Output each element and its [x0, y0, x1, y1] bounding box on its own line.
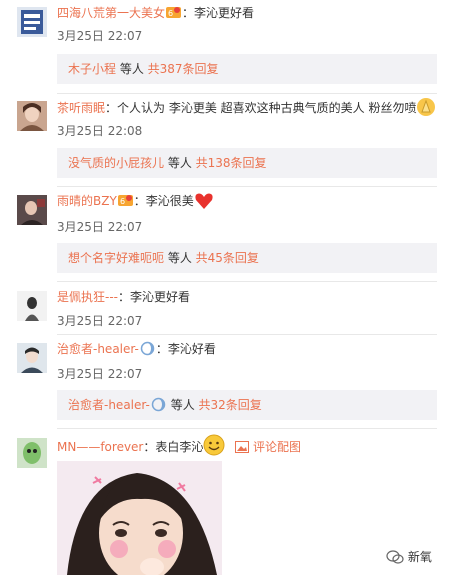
comment-time: 3月25日 22:07 [57, 367, 143, 381]
reply-mid-text: 等人 [166, 398, 199, 412]
vip-badge-icon: 6 [166, 5, 182, 20]
watermark-text: 新氧 [407, 550, 432, 564]
pray-emoji-icon [416, 97, 436, 123]
username-link[interactable]: 是佩执狂--- [57, 290, 118, 304]
reply-mid-text: 等人 [116, 62, 148, 76]
username-link[interactable]: MN——forever [57, 440, 143, 454]
reply-mid-text: 等人 [164, 251, 196, 265]
avatar[interactable] [17, 101, 47, 131]
username-link[interactable]: 茶听雨眠 [57, 101, 105, 115]
comment-time: 3月25日 22:07 [57, 220, 143, 234]
reply-count-link[interactable]: 共32条回复 [199, 398, 262, 412]
comment-time: 3月25日 22:08 [57, 124, 143, 138]
vip-badge-icon: 6 [117, 193, 133, 208]
comment-text: ：李沁更好看 [118, 290, 191, 304]
comment-time: 3月25日 22:07 [57, 314, 143, 328]
username-link[interactable]: 雨晴的BZY [57, 194, 117, 208]
reply-user-link[interactable]: 治愈者-healer- [68, 398, 150, 412]
reply-mid-text: 等人 [164, 156, 196, 170]
moon-badge-icon [140, 341, 155, 356]
username-link[interactable]: 治愈者-healer- [57, 342, 139, 356]
watermark: 新氧 [386, 548, 432, 567]
reply-summary[interactable]: 治愈者-healer- 等人 共32条回复 [57, 390, 437, 420]
reply-summary[interactable]: 想个名字好难呃呃 等人 共45条回复 [57, 243, 437, 273]
reply-summary[interactable]: 没气质的小屁孩儿 等人 共138条回复 [57, 148, 437, 178]
comment-photo[interactable] [57, 461, 222, 575]
divider [57, 334, 437, 335]
divider [57, 281, 437, 282]
comment-picture-link[interactable]: 评论配图 [253, 440, 301, 454]
heart-emoji-icon [194, 192, 214, 216]
svg-text:6: 6 [168, 9, 173, 18]
reply-count-link[interactable]: 共138条回复 [196, 156, 267, 170]
smile-emoji-icon [203, 434, 225, 462]
reply-count-link[interactable]: 共387条回复 [148, 62, 219, 76]
comment-text: ：李沁更好看 [182, 6, 255, 20]
avatar[interactable] [17, 438, 47, 468]
comment-text: ：李沁很美 [133, 194, 194, 208]
reply-summary[interactable]: 木子小程 等人 共387条回复 [57, 54, 437, 84]
svg-text:6: 6 [120, 197, 125, 206]
username-link[interactable]: 四海八荒第一大美女 [57, 6, 165, 20]
comment-text: ：个人认为 李沁更美 超喜欢这种古典气质的美人 粉丝勿喷 [105, 101, 417, 115]
moon-badge-icon [151, 393, 166, 412]
reply-user-link[interactable]: 木子小程 [68, 62, 116, 76]
avatar[interactable] [17, 291, 47, 321]
image-icon[interactable] [235, 439, 250, 459]
divider [57, 93, 437, 94]
divider [57, 428, 437, 429]
comment-time: 3月25日 22:07 [57, 29, 143, 43]
comment-text: ：表白李沁 [143, 440, 204, 454]
comment-text: ：李沁好看 [155, 342, 216, 356]
avatar[interactable] [17, 343, 47, 373]
wechat-icon [386, 550, 404, 567]
avatar[interactable] [17, 195, 47, 225]
reply-user-link[interactable]: 想个名字好难呃呃 [68, 251, 164, 265]
reply-count-link[interactable]: 共45条回复 [196, 251, 259, 265]
divider [57, 186, 437, 187]
avatar[interactable] [17, 7, 47, 37]
reply-user-link[interactable]: 没气质的小屁孩儿 [68, 156, 164, 170]
